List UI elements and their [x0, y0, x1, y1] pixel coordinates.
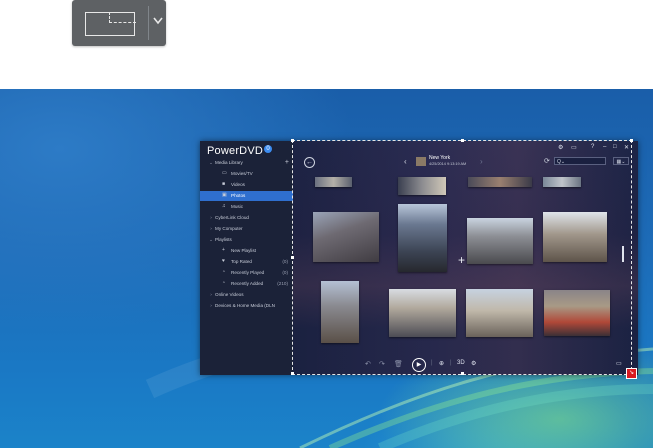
- sidebar-item-label: Media Library: [215, 160, 243, 165]
- chevron-down-icon[interactable]: [152, 13, 164, 29]
- resize-handle[interactable]: [630, 139, 633, 142]
- notification-badge[interactable]: 0: [264, 145, 272, 153]
- sidebar-item[interactable]: › My Computer: [200, 224, 293, 234]
- sidebar-item[interactable]: ■ Videos: [200, 180, 293, 190]
- sidebar-item[interactable]: ♥ Top Rated (0): [200, 257, 293, 267]
- sidebar-item[interactable]: › Online Videos: [200, 290, 293, 300]
- sidebar-item-label: Music: [231, 204, 243, 209]
- sidebar-item[interactable]: ⌄ Media Library +: [200, 158, 293, 168]
- sidebar-item-label: Online Videos: [215, 292, 244, 297]
- sidebar-item[interactable]: › Devices & Home Media (DLN: [200, 301, 293, 311]
- chevron-down-icon: ⌄: [209, 160, 213, 165]
- resize-handle[interactable]: [461, 372, 464, 375]
- selection-marquee[interactable]: [292, 140, 632, 375]
- sidebar-item-label: Recently Added: [231, 281, 264, 286]
- sidebar-item-label: New Playlist: [231, 248, 257, 253]
- sidebar-item[interactable]: › CyberLink Cloud: [200, 213, 293, 223]
- heart-icon: ♥: [222, 258, 225, 264]
- resize-handle[interactable]: [291, 372, 294, 375]
- video-icon: ■: [222, 181, 226, 187]
- sidebar: PowerDVD 0 ⌄ Media Library + ▭ Movies/TV ■ Vid…: [200, 141, 293, 375]
- sidebar-item-label: CyberLink Cloud: [215, 215, 249, 220]
- sidebar-item-label: Top Rated: [231, 259, 252, 264]
- sidebar-item[interactable]: ▭ Movies/TV: [200, 169, 293, 179]
- capture-mode-button[interactable]: [72, 0, 166, 46]
- clock-icon: ◔: [222, 269, 226, 275]
- sidebar-item[interactable]: + New Playlist: [200, 246, 293, 256]
- chevron-down-icon: ⌄: [209, 237, 213, 242]
- plus-icon: +: [222, 247, 225, 253]
- item-count: (210): [277, 281, 288, 286]
- item-count: (0): [282, 270, 288, 275]
- sidebar-item-label: Photos: [231, 193, 246, 198]
- sidebar-item[interactable]: ◔ Recently Played (0): [200, 268, 293, 278]
- sidebar-item-label: Devices & Home Media (DLN: [215, 303, 275, 308]
- sidebar-item[interactable]: ⌄ Playlists: [200, 235, 293, 245]
- sidebar-item-label: Playlists: [215, 237, 232, 242]
- music-icon: ♫: [222, 203, 226, 209]
- chevron-right-icon: ›: [210, 303, 212, 308]
- sidebar-item-label: Videos: [231, 182, 245, 187]
- add-library-icon[interactable]: +: [285, 158, 289, 168]
- resize-handle[interactable]: [291, 256, 294, 259]
- region-select-icon: [85, 12, 136, 36]
- movie-icon: ▭: [222, 170, 227, 176]
- resize-handle[interactable]: [461, 139, 464, 142]
- chevron-right-icon: ›: [210, 226, 212, 231]
- button-separator: [148, 6, 149, 40]
- resize-handle[interactable]: [291, 139, 294, 142]
- clock-icon: ◔: [222, 280, 226, 286]
- item-count: (0): [282, 259, 288, 264]
- resize-corner-icon[interactable]: ↘: [626, 368, 637, 379]
- sidebar-item[interactable]: ♫ Music: [200, 202, 293, 212]
- chevron-right-icon: ›: [210, 292, 212, 297]
- chevron-right-icon: ›: [210, 215, 212, 220]
- sidebar-item[interactable]: ▣ Photos: [200, 191, 293, 201]
- photo-icon: ▣: [222, 192, 227, 198]
- sidebar-item-label: My Computer: [215, 226, 243, 231]
- app-logo: PowerDVD: [207, 145, 264, 157]
- sidebar-item-label: Movies/TV: [231, 171, 253, 176]
- sidebar-item-label: Recently Played: [231, 270, 265, 275]
- sidebar-item[interactable]: ◔ Recently Added (210): [200, 279, 293, 289]
